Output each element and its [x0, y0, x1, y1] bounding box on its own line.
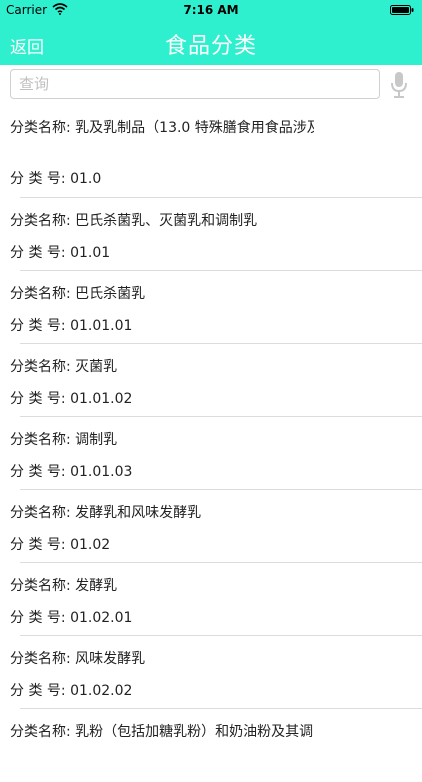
search-input[interactable] — [10, 69, 380, 99]
category-code: 分 类 号: 01.01.01 — [10, 315, 132, 335]
list-item[interactable]: 分类名称: 巴氏杀菌乳 分 类 号: 01.01.01 — [0, 271, 422, 344]
list-item[interactable]: 分类名称: 巴氏杀菌乳、灭菌乳和调制乳 分 类 号: 01.01 — [0, 198, 422, 271]
category-name: 分类名称: 巴氏杀菌乳、灭菌乳和调制乳 — [10, 210, 314, 230]
category-code-value: 01.01.01 — [70, 318, 133, 334]
category-code: 分 类 号: 01.02 — [10, 534, 110, 554]
category-name-value: 发酵乳和风味发酵乳 — [75, 505, 202, 521]
category-list: 分类名称: 乳及乳制品（13.0 特殊膳食用食品涉及 分 类 号: 01.0 分… — [0, 105, 422, 782]
status-bar: Carrier 7:16 AM — [0, 0, 422, 20]
category-code-label: 分 类 号: — [10, 683, 71, 699]
list-item[interactable]: 分类名称: 发酵乳和风味发酵乳 分 类 号: 01.02 — [0, 490, 422, 563]
category-name-label: 分类名称: — [10, 213, 76, 229]
page-title: 食品分类 — [164, 34, 257, 59]
category-code: 分 类 号: 01.02.02 — [10, 680, 132, 700]
category-name: 分类名称: 发酵乳 — [10, 575, 314, 595]
category-code: 分 类 号: 01.01 — [10, 242, 110, 262]
category-code-label: 分 类 号: — [10, 171, 71, 187]
category-name-value: 巴氏杀菌乳、灭菌乳和调制乳 — [75, 213, 258, 229]
category-code-label: 分 类 号: — [10, 537, 71, 553]
category-name-label: 分类名称: — [10, 578, 76, 594]
category-name: 分类名称: 巴氏杀菌乳 — [10, 283, 314, 303]
category-code-value: 01.02 — [70, 537, 111, 553]
battery-icon — [390, 5, 414, 15]
category-name-value: 发酵乳 — [75, 578, 118, 594]
category-name-value: 调制乳 — [75, 432, 118, 448]
list-item[interactable]: 分类名称: 乳及乳制品（13.0 特殊膳食用食品涉及 分 类 号: 01.0 — [0, 105, 422, 198]
list-item[interactable]: 分类名称: 灭菌乳 分 类 号: 01.01.02 — [0, 344, 422, 417]
list-item[interactable]: 分类名称: 调制乳 分 类 号: 01.01.03 — [0, 417, 422, 490]
category-name: 分类名称: 灭菌乳 — [10, 356, 314, 376]
category-code-value: 01.02.02 — [70, 683, 133, 699]
category-name-label: 分类名称: — [10, 724, 76, 740]
category-name-label: 分类名称: — [10, 505, 76, 521]
category-code-label: 分 类 号: — [10, 464, 71, 480]
category-name: 分类名称: 调制乳 — [10, 429, 314, 449]
category-code-label: 分 类 号: — [10, 245, 71, 261]
category-name-value: 灭菌乳 — [75, 359, 118, 375]
category-code: 分 类 号: 01.01.02 — [10, 388, 132, 408]
category-name-label: 分类名称: — [10, 286, 76, 302]
category-code-value: 01.01 — [70, 245, 111, 261]
category-code: 分 类 号: 01.01.03 — [10, 461, 132, 481]
microphone-icon[interactable] — [389, 71, 409, 99]
category-name: 分类名称: 风味发酵乳 — [10, 648, 314, 668]
category-name-label: 分类名称: — [10, 120, 76, 136]
category-name-value: 乳及乳制品（13.0 特殊膳食用食品涉及 — [75, 120, 314, 136]
search-bar — [0, 65, 422, 105]
category-code: 分 类 号: 01.0 — [10, 168, 101, 188]
clock-label: 7:16 AM — [183, 3, 239, 17]
category-name-label: 分类名称: — [10, 432, 76, 448]
category-name-label: 分类名称: — [10, 651, 76, 667]
list-item[interactable]: 分类名称: 乳粉（包括加糖乳粉）和奶油粉及其调 — [0, 709, 422, 782]
navigation-header: Carrier 7:16 AM 返回 食品分类 — [0, 0, 422, 65]
category-code-value: 01.01.02 — [70, 391, 133, 407]
category-name-value: 风味发酵乳 — [75, 651, 146, 667]
category-code-label: 分 类 号: — [10, 391, 71, 407]
category-code: 分 类 号: 01.02.01 — [10, 607, 132, 627]
list-item[interactable]: 分类名称: 风味发酵乳 分 类 号: 01.02.02 — [0, 636, 422, 709]
category-code-label: 分 类 号: — [10, 318, 71, 334]
category-name-label: 分类名称: — [10, 359, 76, 375]
category-name: 分类名称: 乳及乳制品（13.0 特殊膳食用食品涉及 — [10, 117, 314, 137]
category-code-value: 01.0 — [70, 171, 102, 187]
category-name: 分类名称: 乳粉（包括加糖乳粉）和奶油粉及其调 — [10, 721, 314, 741]
category-code-value: 01.01.03 — [70, 464, 133, 480]
category-name: 分类名称: 发酵乳和风味发酵乳 — [10, 502, 314, 522]
list-item[interactable]: 分类名称: 发酵乳 分 类 号: 01.02.01 — [0, 563, 422, 636]
category-name-value: 巴氏杀菌乳 — [75, 286, 146, 302]
category-code-value: 01.02.01 — [70, 610, 133, 626]
category-name-value: 乳粉（包括加糖乳粉）和奶油粉及其调 — [75, 724, 314, 740]
category-code-label: 分 类 号: — [10, 610, 71, 626]
